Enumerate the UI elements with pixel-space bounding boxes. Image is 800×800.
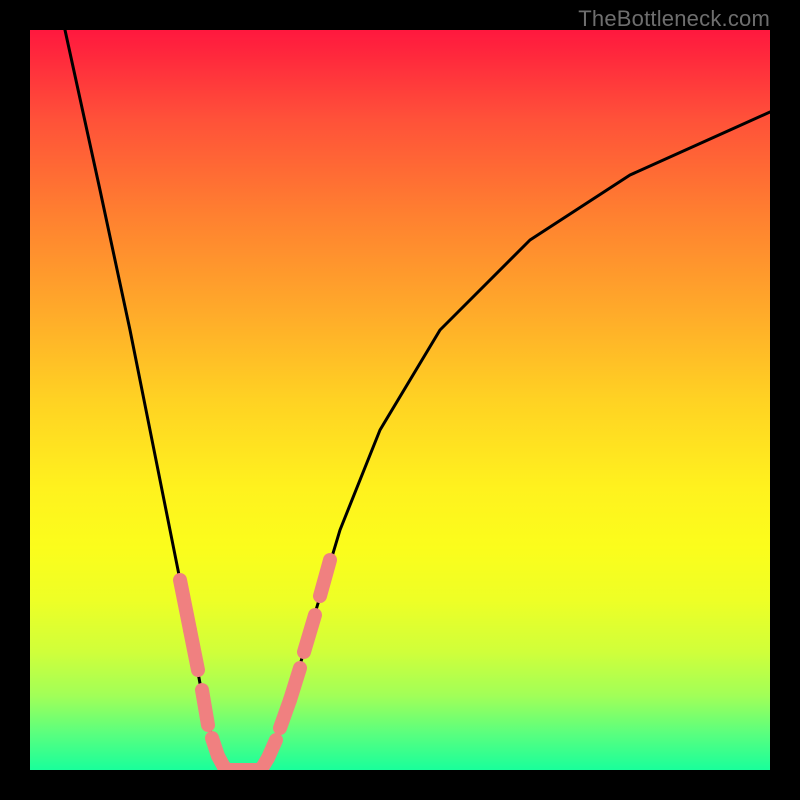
chart-container: TheBottleneck.com xyxy=(0,0,800,800)
watermark-text: TheBottleneck.com xyxy=(578,6,770,32)
plot-area xyxy=(30,30,770,770)
curve-main xyxy=(65,30,770,770)
bottleneck-curve xyxy=(30,30,770,770)
curve-highlights xyxy=(180,560,330,770)
